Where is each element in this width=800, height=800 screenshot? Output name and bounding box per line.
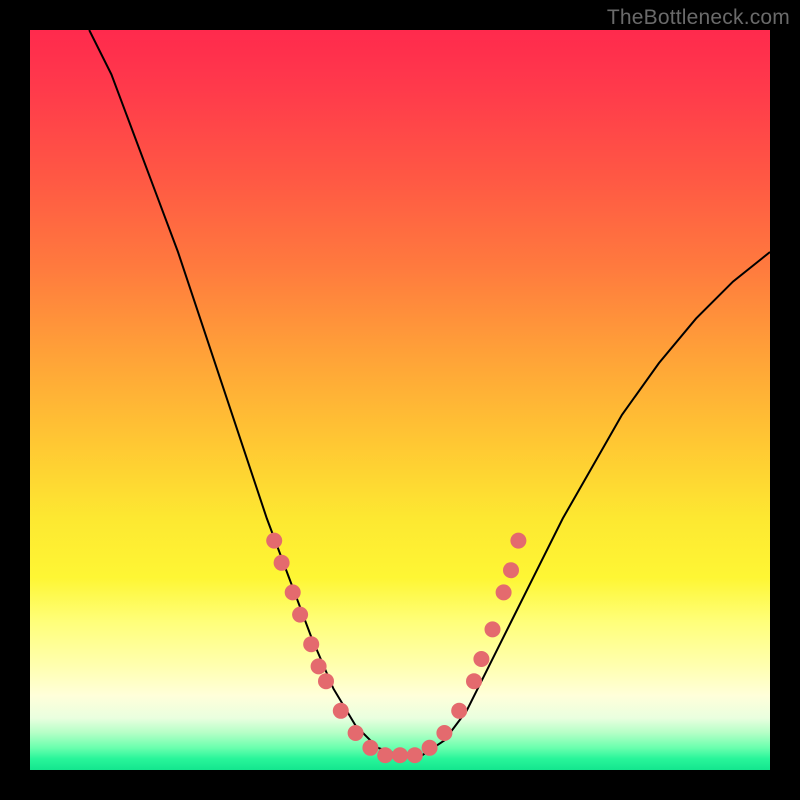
- curve-marker: [496, 584, 512, 600]
- plot-area: [30, 30, 770, 770]
- curve-marker: [318, 673, 334, 689]
- curve-marker: [466, 673, 482, 689]
- curve-marker: [266, 533, 282, 549]
- curve-marker: [311, 658, 327, 674]
- curve-marker: [292, 607, 308, 623]
- curve-group: [89, 30, 770, 755]
- curve-marker: [333, 703, 349, 719]
- curve-marker: [510, 533, 526, 549]
- curve-marker: [348, 725, 364, 741]
- marker-group: [266, 533, 526, 764]
- curve-marker: [285, 584, 301, 600]
- curve-marker: [436, 725, 452, 741]
- curve-marker: [362, 740, 378, 756]
- chart-frame: TheBottleneck.com: [0, 0, 800, 800]
- watermark-text: TheBottleneck.com: [607, 6, 790, 30]
- curve-marker: [473, 651, 489, 667]
- curve-marker: [407, 747, 423, 763]
- curve-marker: [377, 747, 393, 763]
- curve-marker: [485, 621, 501, 637]
- curve-marker: [274, 555, 290, 571]
- curve-marker: [392, 747, 408, 763]
- curve-marker: [451, 703, 467, 719]
- curve-marker: [503, 562, 519, 578]
- curve-marker: [303, 636, 319, 652]
- curve-marker: [422, 740, 438, 756]
- bottleneck-curve-svg: [30, 30, 770, 770]
- bottleneck-curve-path: [89, 30, 770, 755]
